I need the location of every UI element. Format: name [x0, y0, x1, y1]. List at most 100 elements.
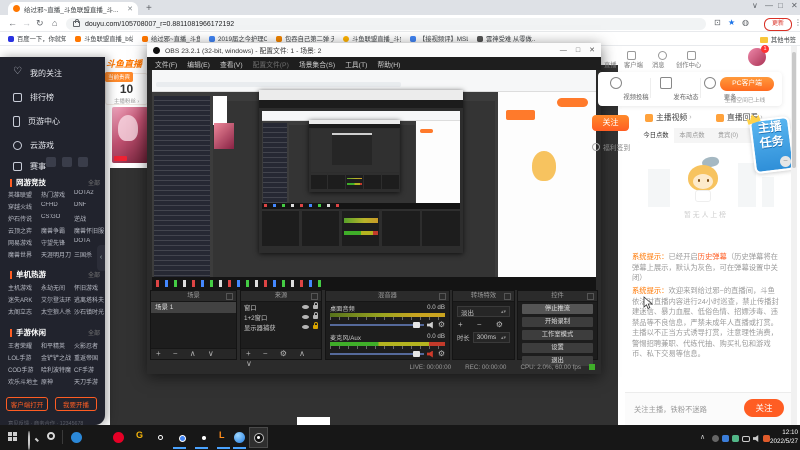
sidebar-item-ranking[interactable]: 排行榜 [0, 88, 105, 106]
cortana-icon[interactable] [47, 432, 55, 440]
address-bar[interactable]: douyu.com/105708007_r=0.8811081966172192 [66, 18, 706, 30]
window-maximize-button[interactable]: □ [778, 1, 783, 10]
window-close-button[interactable]: ✕ [791, 1, 798, 10]
bookmark-item[interactable]: 雲神受难 从零做... [477, 34, 535, 43]
game-category[interactable]: LOL手游 [8, 353, 41, 363]
g-app-icon[interactable]: G [136, 430, 143, 440]
subtab-vip[interactable]: 贵宾(0) [710, 128, 746, 143]
back-icon[interactable]: ← [8, 18, 17, 28]
eye-icon[interactable] [302, 325, 309, 329]
streamer-avatar[interactable] [112, 107, 148, 163]
follow-button[interactable]: 关注 [592, 115, 629, 131]
game-category[interactable]: CFHD [41, 202, 74, 212]
bookmark-item[interactable]: 斗鱼联盟直播_斗鱼... [343, 34, 401, 43]
tab-anchor-videos[interactable]: 主播视频 › [645, 112, 692, 123]
float-icon[interactable] [311, 293, 318, 300]
start-stream-button[interactable]: 我要开播 [55, 397, 97, 411]
nav-messages[interactable]: 消息 [652, 60, 665, 69]
lock-icon[interactable] [313, 302, 318, 309]
home-icon[interactable]: ⌂ [52, 18, 57, 28]
game-category[interactable]: 和平精英 [41, 341, 74, 351]
menu-view[interactable]: 查看(V) [215, 59, 248, 69]
netease-music-icon[interactable] [113, 432, 124, 443]
sticker-minimize-button[interactable]: − [780, 156, 791, 167]
sidebar-item-cloudgame[interactable]: 云游戏 [0, 136, 105, 154]
obs-minimize-button[interactable]: — [560, 47, 567, 54]
obs-maximize-button[interactable]: □ [576, 47, 580, 54]
source-row[interactable]: 显示器捕获 [241, 322, 321, 332]
game-category[interactable]: 英雄联盟 [8, 190, 41, 200]
sources-toolbar[interactable]: + − ⚙ ∧ ∨ [241, 348, 321, 368]
tab-search-icon[interactable]: ∨ [752, 1, 758, 10]
volume-slider[interactable] [330, 321, 424, 329]
game-category[interactable]: CS:GO [41, 214, 74, 224]
new-tab-button[interactable]: + [146, 3, 152, 14]
game-category[interactable]: 重返帝国 [74, 353, 107, 363]
game-category[interactable]: COD手游 [8, 365, 41, 375]
menu-tools[interactable]: 工具(T) [340, 59, 372, 69]
gear-icon[interactable]: ⚙ [438, 321, 445, 329]
game-category[interactable]: 热门游戏 [41, 190, 74, 200]
source-row[interactable]: 1+2窗口 [241, 312, 321, 322]
bookmark-item[interactable]: 给过邪~直播_斗鱼... [142, 34, 200, 43]
taskbar-search-icon[interactable] [28, 431, 30, 450]
float-icon[interactable] [226, 293, 233, 300]
bookmark-item[interactable]: 【接视频评】MSL... [410, 34, 468, 43]
start-button-icon[interactable] [8, 432, 12, 436]
forward-icon[interactable]: → [22, 18, 31, 28]
tray-green-icon[interactable] [732, 435, 739, 442]
scenes-toolbar[interactable]: + − ∧ ∨ [151, 348, 236, 359]
subtab-today[interactable]: 今日点数 [638, 128, 674, 143]
tray-shield-icon[interactable] [722, 435, 729, 442]
see-all-link[interactable]: 全部 [88, 270, 100, 279]
game-category[interactable]: 云顶之弈 [8, 226, 41, 236]
lock-icon[interactable] [313, 312, 318, 319]
lock-icon[interactable] [313, 322, 318, 329]
start-recording-button[interactable]: 开始录制 [522, 317, 593, 327]
mixer-header[interactable]: 混音器 [326, 291, 449, 302]
tray-app-icon[interactable] [712, 435, 719, 442]
sidebar-item-follows[interactable]: 我的关注 [0, 64, 105, 82]
post-update-icon[interactable] [660, 77, 672, 89]
game-category[interactable]: 魔兽争霸 [41, 226, 74, 236]
obs-title-bar[interactable]: OBS 23.2.1 (32-bit, windows) - 配置文件: 1 -… [147, 43, 601, 57]
video-upload-icon[interactable] [610, 77, 622, 89]
studio-mode-button[interactable]: 工作室模式 [522, 330, 593, 340]
game-category[interactable]: DNF [74, 202, 107, 212]
more-icon[interactable] [704, 77, 716, 89]
bookmark-star-icon[interactable]: ★ [728, 18, 735, 27]
game-category[interactable]: 艾尔登法环 [41, 295, 74, 305]
subtab-week[interactable]: 本周点数 [674, 128, 710, 143]
pc-client-button[interactable]: PC客户端 [720, 77, 774, 91]
esports-mini-icon[interactable] [46, 157, 56, 167]
game-category[interactable]: 永劫无间 [41, 283, 74, 293]
open-client-button[interactable]: 客户端打开 [6, 397, 48, 411]
eye-icon[interactable] [302, 305, 309, 309]
browser-sphere-icon[interactable] [234, 432, 245, 443]
welfare-signin[interactable]: 福利签到 [592, 142, 630, 152]
share-icon[interactable]: ⊡ [714, 18, 721, 27]
scrollbar-thumb[interactable] [792, 52, 796, 168]
menu-profile[interactable]: 配置文件(P) [248, 59, 294, 69]
spinner-icon[interactable]: ▴▾ [501, 309, 506, 315]
game-category[interactable]: 魔兽世界 [8, 250, 41, 260]
float-icon[interactable] [587, 293, 594, 300]
source-row[interactable]: 窗口 [241, 302, 321, 312]
bookmark-item[interactable]: 2019届之今护理C... [209, 34, 267, 43]
chat-follow-button[interactable]: 关注 [744, 399, 784, 417]
scene-item[interactable]: 场景 1 [151, 302, 236, 313]
game-category[interactable]: 逆战 [74, 214, 107, 224]
menu-scene-collection[interactable]: 场景集合(S) [294, 59, 340, 69]
controls-header[interactable]: 控件 [518, 291, 597, 302]
see-all-link[interactable]: 全部 [88, 328, 100, 337]
game-category[interactable]: 网易游戏 [8, 238, 41, 248]
tab-close-icon[interactable]: ✕ [127, 5, 133, 13]
game-category[interactable]: 魔兽怀旧服 [74, 226, 107, 236]
window-minimize-button[interactable]: — [765, 1, 773, 10]
game-category[interactable]: 怀旧游戏 [74, 283, 107, 293]
game-category[interactable]: 天涯明月刀 [41, 250, 74, 260]
game-category[interactable]: 迷失ARK [8, 295, 41, 305]
game-category[interactable]: 哈利波特魔 [41, 365, 74, 375]
settings-button[interactable]: 设置 [522, 343, 593, 353]
game-category[interactable]: 天刀手游 [74, 377, 107, 387]
